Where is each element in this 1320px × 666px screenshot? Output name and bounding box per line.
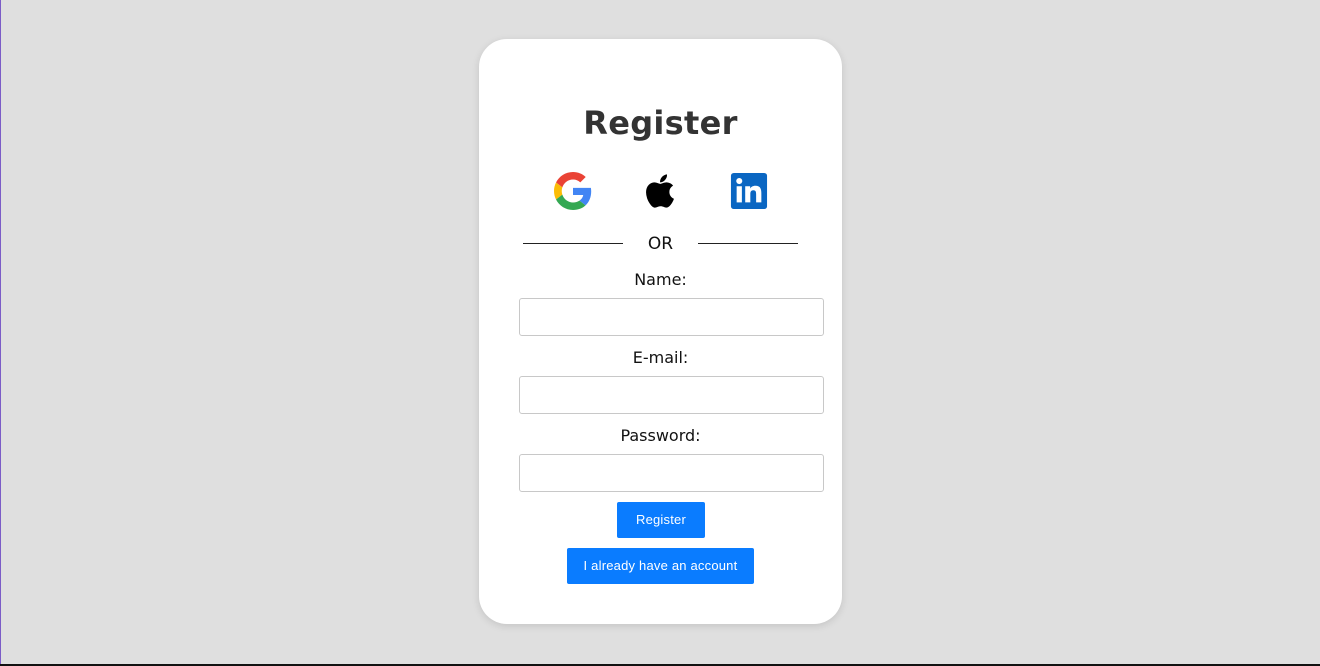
have-account-button[interactable]: I already have an account <box>567 548 754 584</box>
divider-right <box>698 243 798 244</box>
apple-icon[interactable] <box>641 172 679 210</box>
register-card: Register OR Name: E-mail: Password: Regi… <box>479 39 842 624</box>
linkedin-icon[interactable] <box>730 172 768 210</box>
email-field[interactable] <box>519 376 824 414</box>
page-title: Register <box>583 104 738 142</box>
register-button[interactable]: Register <box>617 502 705 538</box>
left-window-edge <box>0 0 1 666</box>
google-icon[interactable] <box>554 172 592 210</box>
divider-left <box>523 243 623 244</box>
name-field[interactable] <box>519 298 824 336</box>
or-separator: OR <box>647 234 674 254</box>
email-label: E-mail: <box>632 348 689 367</box>
name-label: Name: <box>634 270 687 289</box>
password-field[interactable] <box>519 454 824 492</box>
password-label: Password: <box>620 426 701 445</box>
